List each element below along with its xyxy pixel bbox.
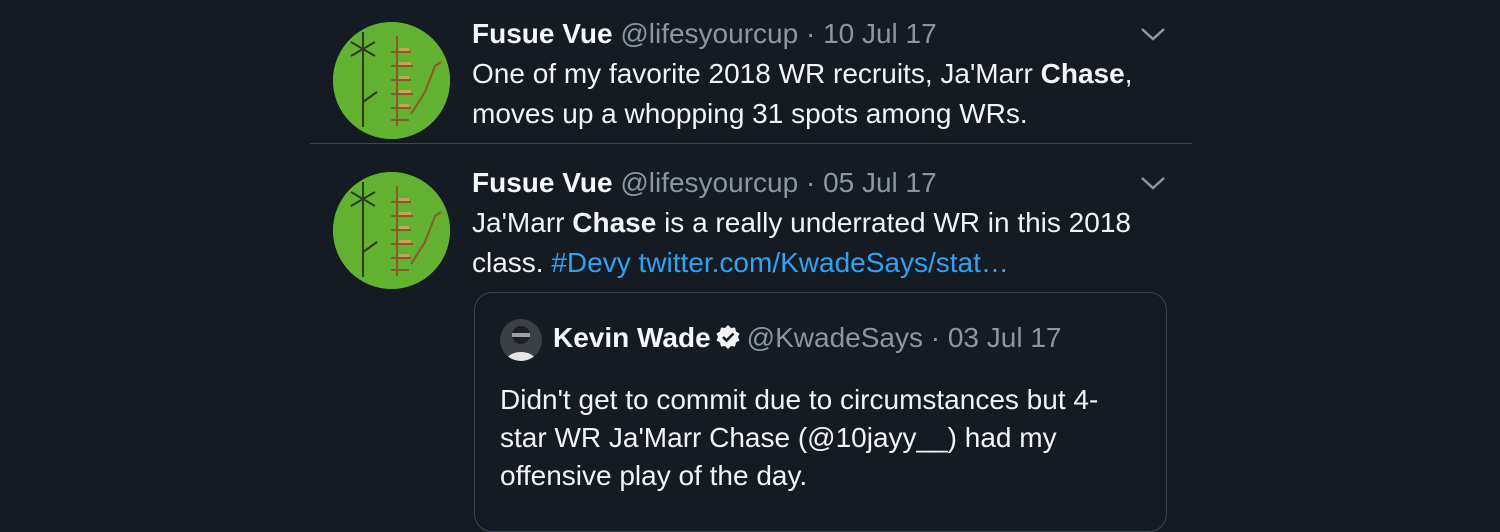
display-name[interactable]: Kevin Wade: [553, 322, 711, 353]
handle[interactable]: @lifesyourcup: [620, 18, 798, 49]
text-segment: moves up a whopping 31 spots among WRs.: [472, 98, 1028, 129]
url-link[interactable]: twitter.com/KwadeSays/stat…: [639, 247, 1009, 278]
separator: ·: [798, 18, 824, 49]
avatar[interactable]: [500, 319, 542, 361]
tweet-header: Fusue Vue @lifesyourcup · 05 Jul 17: [472, 166, 937, 200]
timestamp[interactable]: 10 Jul 17: [823, 18, 937, 49]
timestamp[interactable]: 03 Jul 17: [948, 322, 1062, 353]
quote-line: Didn't get to commit due to circumstance…: [500, 384, 1099, 415]
text-segment: Ja'Marr: [472, 207, 573, 238]
separator: ·: [922, 322, 948, 353]
display-name[interactable]: Fusue Vue: [472, 18, 613, 49]
tweet-header: Fusue Vue @lifesyourcup · 10 Jul 17: [472, 17, 937, 51]
quote-line: offensive play of the day.: [500, 460, 808, 491]
tweet[interactable]: Fusue Vue @lifesyourcup · 10 Jul 17 One …: [310, 0, 1192, 144]
text-segment: class.: [472, 247, 552, 278]
quoted-tweet[interactable]: Kevin Wade @KwadeSays · 03 Jul 17 Didn't…: [474, 292, 1167, 532]
verified-badge-icon: [716, 325, 740, 349]
tweet-text: Ja'Marr Chase is a really underrated WR …: [472, 203, 1172, 283]
text-segment: ,: [1124, 58, 1133, 89]
text-segment: is a really underrated WR in this 2018: [656, 207, 1131, 238]
highlighted-term: Chase: [1040, 58, 1125, 89]
quote-header: Kevin Wade @KwadeSays · 03 Jul 17: [553, 321, 1062, 355]
timeline: Fusue Vue @lifesyourcup · 10 Jul 17 One …: [310, 0, 1192, 532]
text-segment: One of my favorite 2018 WR recruits, Ja'…: [472, 58, 1041, 89]
user-avatar[interactable]: [333, 22, 450, 139]
tweet-text: One of my favorite 2018 WR recruits, Ja'…: [472, 54, 1172, 134]
separator: ·: [798, 167, 824, 198]
quote-text: Didn't get to commit due to circumstance…: [500, 381, 1140, 495]
hashtag-link[interactable]: #Devy: [551, 247, 630, 278]
chevron-down-icon[interactable]: [1139, 173, 1167, 193]
tweet[interactable]: Fusue Vue @lifesyourcup · 05 Jul 17 Ja'M…: [310, 144, 1192, 532]
handle[interactable]: @lifesyourcup: [620, 167, 798, 198]
quote-line: star WR Ja'Marr Chase (@10jayy__) had my: [500, 422, 1057, 453]
handle[interactable]: @KwadeSays: [747, 322, 923, 353]
display-name[interactable]: Fusue Vue: [472, 167, 613, 198]
chevron-down-icon[interactable]: [1139, 24, 1167, 44]
highlighted-term: Chase: [572, 207, 657, 238]
timestamp[interactable]: 05 Jul 17: [823, 167, 937, 198]
user-avatar[interactable]: [333, 172, 450, 289]
